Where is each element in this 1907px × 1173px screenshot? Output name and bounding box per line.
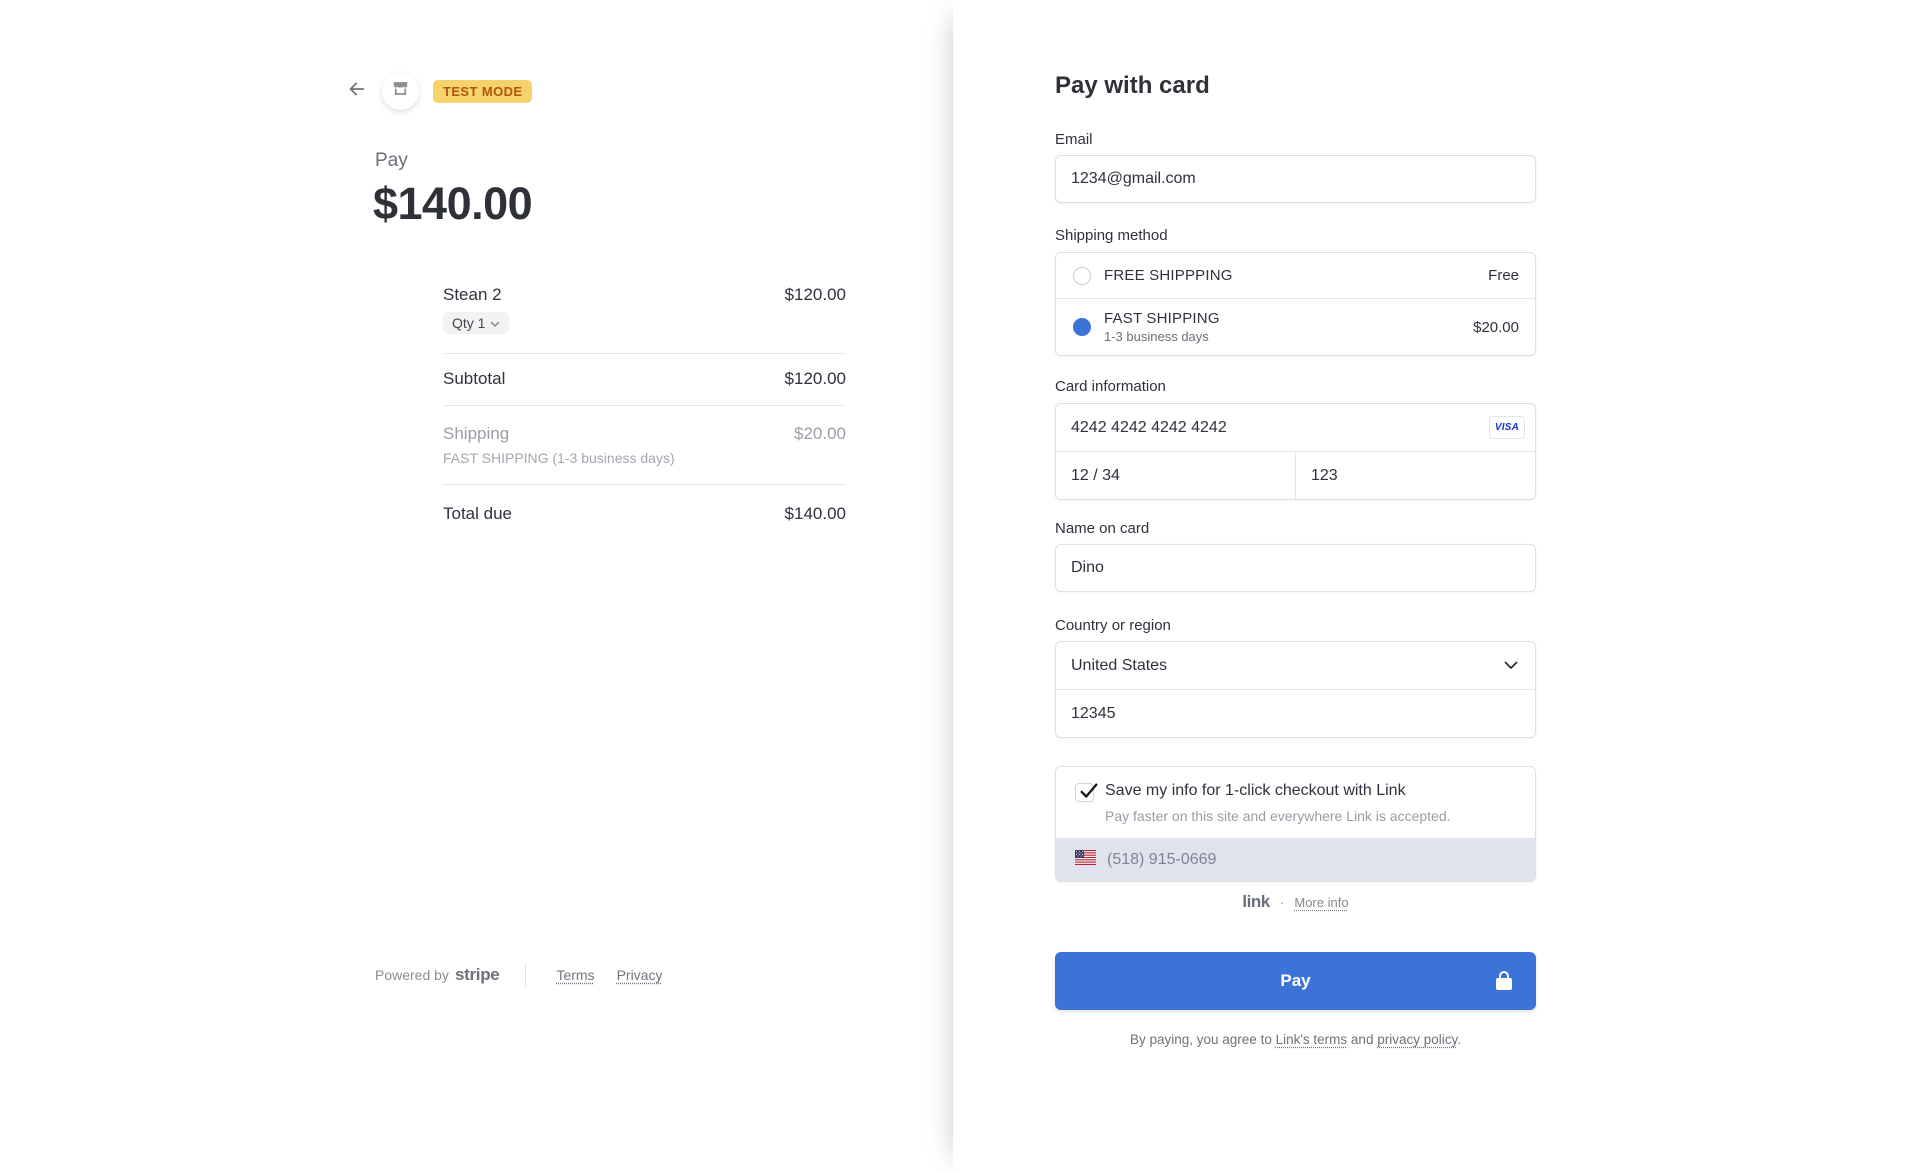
shipping-method-group: FREE SHIPPPING Free FAST SHIPPING 1-3 bu…	[1055, 252, 1536, 356]
total-due-label: Total due	[443, 504, 512, 523]
total-due-row: Total due $140.00	[443, 485, 846, 543]
agreement-text: By paying, you agree to Link's terms and…	[1055, 1032, 1536, 1047]
phone-placeholder: (518) 915-0669	[1107, 850, 1217, 868]
card-expiry-value: 12 / 34	[1071, 466, 1120, 484]
name-on-card-value: Dino	[1071, 559, 1104, 576]
us-flag-icon	[1075, 849, 1096, 870]
country-group: United States 12345	[1055, 641, 1536, 738]
card-expiry-field[interactable]: 12 / 34	[1056, 452, 1296, 499]
pay-button[interactable]: Pay	[1055, 952, 1536, 1010]
save-info-label: Save my info for 1-click checkout with L…	[1105, 782, 1406, 799]
shipping-option-price: Free	[1488, 267, 1519, 284]
agreement-suffix: .	[1457, 1032, 1461, 1047]
total-due-amount: $140.00	[784, 504, 846, 523]
zip-value: 12345	[1071, 704, 1116, 722]
email-value: 1234@gmail.com	[1071, 170, 1196, 187]
save-info-description: Pay faster on this site and everywhere L…	[1105, 808, 1451, 824]
shipping-option-fast[interactable]: FAST SHIPPING 1-3 business days $20.00	[1056, 299, 1535, 355]
subtotal-amount: $120.00	[784, 369, 846, 388]
card-information-label: Card information	[1055, 378, 1166, 395]
shipping-option-desc: 1-3 business days	[1104, 329, 1209, 344]
pay-button-label: Pay	[1280, 971, 1311, 990]
item-amount: $120.00	[784, 285, 846, 304]
pay-heading: Pay	[375, 150, 408, 171]
test-mode-badge: TEST MODE	[433, 79, 533, 103]
back-button[interactable]	[346, 80, 368, 102]
privacy-link[interactable]: Privacy	[617, 967, 663, 983]
shipping-amount: $20.00	[794, 424, 846, 443]
radio-selected-icon[interactable]	[1073, 318, 1091, 336]
form-title: Pay with card	[1055, 72, 1210, 99]
link-save-group: Save my info for 1-click checkout with L…	[1055, 766, 1536, 882]
shipping-label: Shipping	[443, 424, 510, 443]
chevron-down-icon	[490, 315, 500, 331]
card-cvc-value: 123	[1311, 466, 1338, 484]
merchant-logo[interactable]	[382, 72, 419, 110]
quantity-selector[interactable]: Qty 1	[443, 312, 510, 334]
country-value: United States	[1071, 656, 1168, 674]
back-arrow-icon	[346, 78, 368, 105]
powered-by-label: Powered by	[375, 967, 449, 983]
link-info-row: link · More info	[1055, 892, 1536, 912]
shipping-row: Shipping $20.00	[443, 406, 846, 450]
storefront-icon	[391, 79, 410, 103]
footer-divider	[525, 963, 527, 987]
left-footer: Powered by stripe Terms Privacy	[375, 963, 684, 987]
save-info-checkbox-row[interactable]: Save my info for 1-click checkout with L…	[1056, 767, 1535, 806]
quantity-label: Qty 1	[452, 315, 486, 331]
link-terms-link[interactable]: Link's terms	[1276, 1032, 1348, 1047]
dot-separator: ·	[1279, 894, 1285, 910]
radio-unselected-icon[interactable]	[1073, 266, 1091, 285]
country-label: Country or region	[1055, 617, 1171, 634]
card-number-field[interactable]: 4242 4242 4242 4242 VISA	[1056, 404, 1535, 451]
shipping-option-price: $20.00	[1473, 318, 1519, 336]
email-label: Email	[1055, 131, 1093, 148]
card-information-group: 4242 4242 4242 4242 VISA 12 / 34 123	[1055, 403, 1536, 500]
chevron-down-icon	[1504, 657, 1518, 675]
privacy-policy-link[interactable]: privacy policy	[1377, 1032, 1457, 1047]
card-cvc-field[interactable]: 123	[1296, 452, 1535, 499]
lock-icon	[1495, 970, 1513, 995]
link-logo: link	[1242, 892, 1270, 911]
agreement-middle: and	[1347, 1032, 1378, 1047]
country-select[interactable]: United States	[1056, 642, 1535, 689]
visa-icon: VISA	[1489, 416, 1525, 439]
merchant-header: TEST MODE	[346, 72, 533, 110]
subtotal-row: Subtotal $120.00	[443, 354, 846, 405]
name-on-card-field[interactable]: Dino	[1055, 544, 1536, 592]
order-total-amount: $140.00	[373, 178, 533, 229]
shipping-option-name: FAST SHIPPING	[1104, 310, 1220, 327]
payment-form-panel: Pay with card Email 1234@gmail.com Shipp…	[953, 0, 1907, 1173]
checkout-page: TEST MODE Pay $140.00 Stean 2 $120.00 Qt…	[0, 0, 1907, 1173]
item-name: Stean 2	[443, 285, 502, 304]
stripe-wordmark[interactable]: stripe	[455, 965, 500, 985]
more-info-link[interactable]: More info	[1294, 895, 1348, 910]
zip-field[interactable]: 12345	[1056, 690, 1535, 737]
checkbox-checked-icon[interactable]	[1075, 783, 1098, 802]
shipping-description: FAST SHIPPING (1-3 business days)	[443, 450, 675, 466]
email-field[interactable]: 1234@gmail.com	[1055, 155, 1536, 203]
order-summary: Stean 2 $120.00 Qty 1 Subtotal $120.00 S…	[443, 285, 846, 543]
agreement-prefix: By paying, you agree to	[1129, 1032, 1276, 1047]
subtotal-label: Subtotal	[443, 369, 506, 388]
terms-link[interactable]: Terms	[556, 967, 594, 983]
shipping-option-free[interactable]: FREE SHIPPPING Free	[1056, 253, 1535, 298]
phone-field[interactable]: (518) 915-0669	[1056, 838, 1535, 881]
card-number-value: 4242 4242 4242 4242	[1071, 418, 1227, 436]
shipping-option-name: FREE SHIPPPING	[1104, 267, 1233, 284]
line-item-row: Stean 2 $120.00	[443, 285, 846, 305]
name-on-card-label: Name on card	[1055, 520, 1150, 537]
order-summary-panel: TEST MODE Pay $140.00 Stean 2 $120.00 Qt…	[0, 0, 953, 1173]
shipping-method-label: Shipping method	[1055, 227, 1168, 244]
